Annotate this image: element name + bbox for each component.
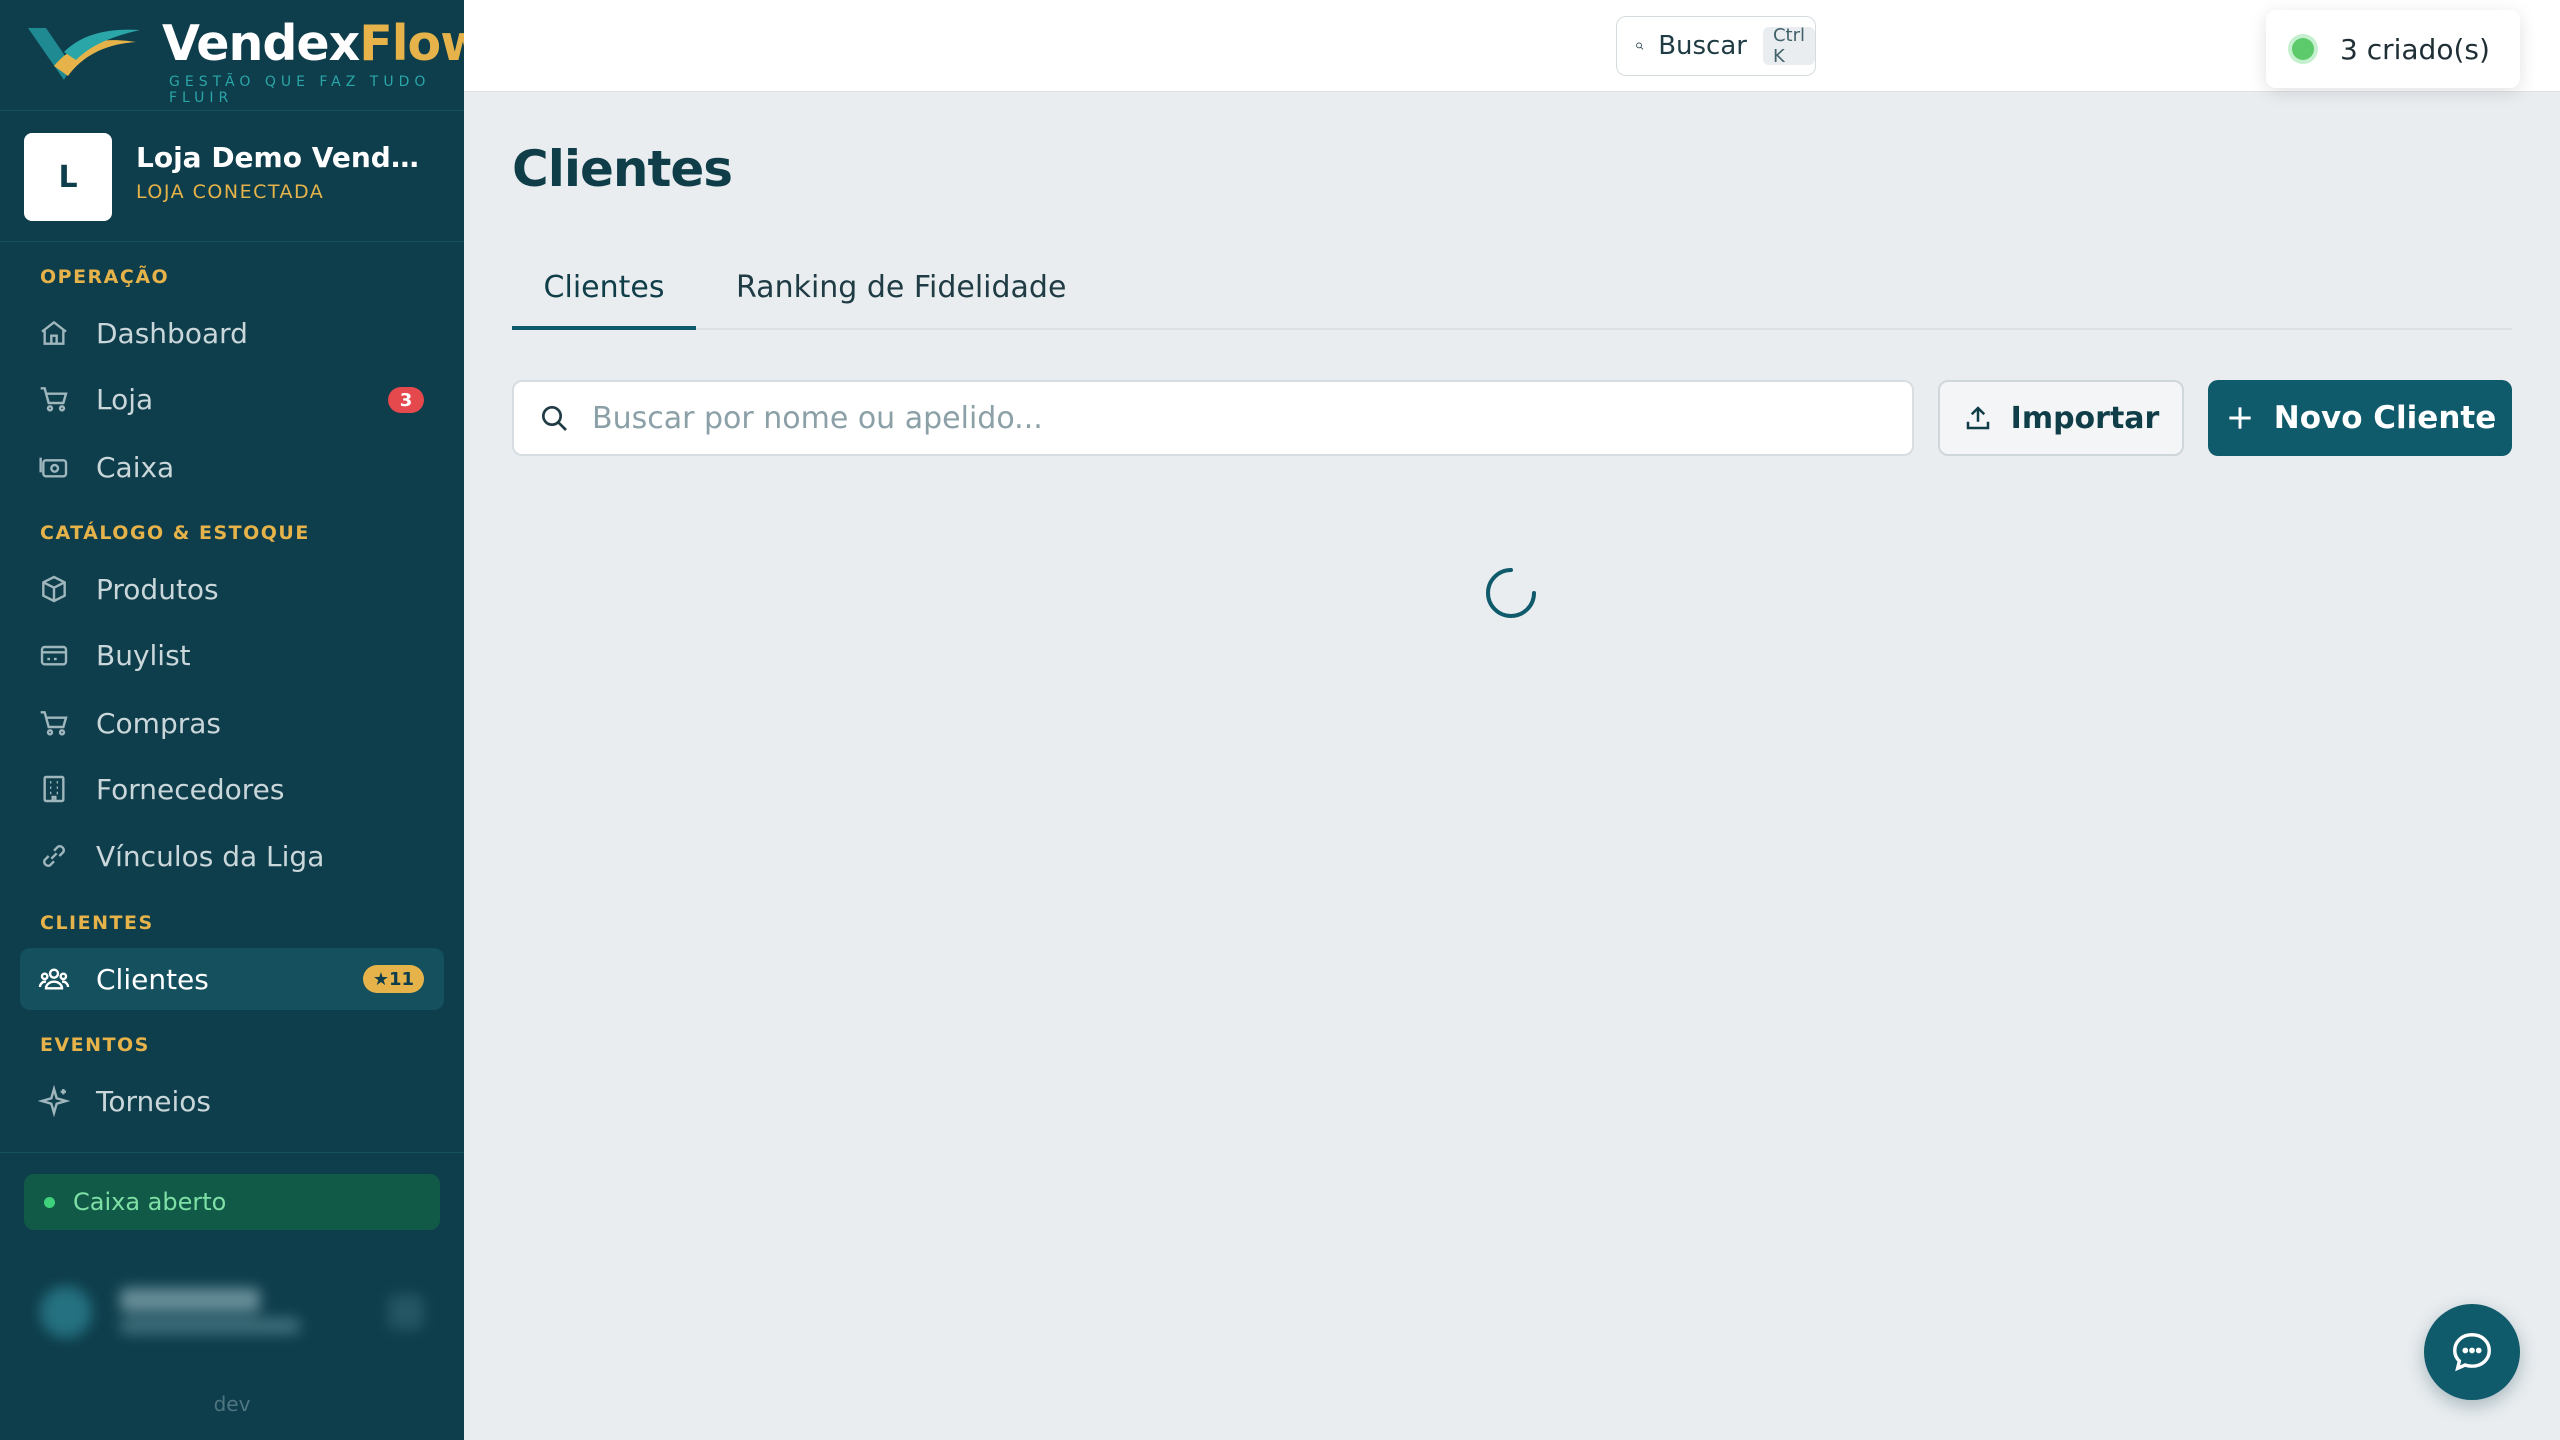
sidebar-item-torneios[interactable]: Torneios — [20, 1070, 444, 1132]
store-switcher[interactable]: L Loja Demo VendexFlow LOJA CONECTADA — [0, 110, 464, 242]
sidebar: VendexFlow GESTÃO QUE FAZ TUDO FLUIR L L… — [0, 0, 485, 1440]
box-icon — [42, 575, 66, 603]
client-search-field[interactable] — [512, 380, 1914, 456]
sidebar-item-vinculos[interactable]: Vínculos da Liga — [20, 825, 444, 887]
cash-status-pill[interactable]: Caixa aberto — [24, 1174, 440, 1230]
search-icon — [542, 406, 567, 431]
client-search-input[interactable] — [592, 400, 1892, 436]
user-email-redacted — [120, 1318, 300, 1334]
global-search-label: Buscar — [1658, 31, 1747, 61]
cash-icon — [39, 457, 68, 478]
section-label-clientes: CLIENTES — [40, 912, 154, 934]
shortcut-hint: Ctrl K — [1762, 25, 1815, 67]
brand-tagline: GESTÃO QUE FAZ TUDO FLUIR — [169, 74, 431, 106]
environment-label: dev — [213, 1392, 251, 1416]
tab-ranking-fidelidade[interactable]: Ranking de Fidelidade — [736, 262, 1066, 330]
new-client-button[interactable]: Novo Cliente — [2208, 380, 2512, 456]
chat-button[interactable] — [2424, 1304, 2520, 1400]
sidebar-item-label: Caixa — [96, 450, 175, 484]
sidebar-divider — [0, 1152, 464, 1153]
section-label-operacao: OPERAÇÃO — [40, 266, 170, 288]
sidebar-item-label: Dashboard — [96, 316, 248, 350]
import-button-label: Importar — [2010, 400, 2160, 436]
loja-count-badge: 3 — [388, 387, 424, 413]
success-dot-icon — [2292, 38, 2314, 60]
plus-icon — [2229, 407, 2251, 429]
cart-icon — [40, 711, 68, 736]
sidebar-item-caixa[interactable]: Caixa — [20, 436, 444, 498]
brand-logo[interactable]: VendexFlow GESTÃO QUE FAZ TUDO FLUIR — [24, 12, 485, 106]
import-button[interactable]: Importar — [1938, 380, 2184, 456]
avatar — [40, 1286, 92, 1338]
section-label-catalogo: CATÁLOGO & ESTOQUE — [40, 522, 310, 544]
user-profile[interactable] — [24, 1270, 444, 1350]
sidebar-item-label: Buylist — [96, 638, 191, 672]
sidebar-item-label: Vínculos da Liga — [96, 839, 325, 873]
sparkle-icon — [38, 1085, 70, 1117]
section-label-eventos: EVENTOS — [40, 1034, 150, 1056]
user-name-redacted — [120, 1288, 260, 1312]
cash-status-label: Caixa aberto — [73, 1188, 227, 1216]
page-title: Clientes — [512, 140, 733, 198]
sidebar-item-label: Compras — [96, 706, 221, 740]
search-icon — [1636, 42, 1644, 50]
store-avatar: L — [24, 133, 112, 221]
loading-spinner-icon — [1486, 568, 1536, 618]
toast-notification[interactable]: 3 criado(s) — [2266, 10, 2520, 88]
users-icon — [38, 968, 70, 990]
home-icon — [41, 320, 67, 345]
upload-icon — [1966, 406, 1989, 430]
topbar — [464, 0, 2560, 92]
brand-name: VendexFlow — [162, 14, 485, 74]
toast-message: 3 criado(s) — [2340, 32, 2490, 66]
sidebar-item-buylist[interactable]: Buylist — [20, 624, 444, 686]
sidebar-item-loja[interactable]: Loja 3 — [20, 368, 444, 430]
link-icon — [43, 845, 65, 867]
sidebar-item-clientes[interactable]: Clientes ★11 — [20, 948, 444, 1010]
cart-icon — [40, 387, 68, 412]
sidebar-item-label: Produtos — [96, 572, 219, 606]
sidebar-item-fornecedores[interactable]: Fornecedores — [20, 758, 444, 820]
sidebar-item-label: Loja — [96, 382, 154, 416]
status-dot-icon — [44, 1196, 55, 1208]
brand-name-part1: Vendex — [162, 15, 360, 72]
new-client-button-label: Novo Cliente — [2273, 400, 2497, 436]
tab-bar: Clientes Ranking de Fidelidade — [512, 262, 2512, 330]
logo-mark-icon — [28, 28, 140, 80]
chat-icon — [2453, 1333, 2491, 1372]
card-icon — [40, 645, 68, 666]
logout-icon[interactable] — [388, 1294, 424, 1330]
store-name: Loja Demo VendexFlow — [136, 141, 436, 174]
sidebar-item-compras[interactable]: Compras — [20, 692, 444, 754]
building-icon — [43, 775, 65, 803]
loyalty-badge: ★11 — [362, 965, 424, 993]
tab-clientes[interactable]: Clientes — [512, 262, 696, 330]
sidebar-item-produtos[interactable]: Produtos — [20, 558, 444, 620]
sidebar-item-label: Torneios — [96, 1084, 211, 1118]
sidebar-item-label: Clientes — [96, 962, 209, 996]
sidebar-item-label: Fornecedores — [96, 772, 285, 806]
store-status: LOJA CONECTADA — [136, 181, 325, 203]
sidebar-item-dashboard[interactable]: Dashboard — [20, 302, 444, 364]
global-search-button[interactable]: Buscar Ctrl K — [1616, 16, 1816, 76]
